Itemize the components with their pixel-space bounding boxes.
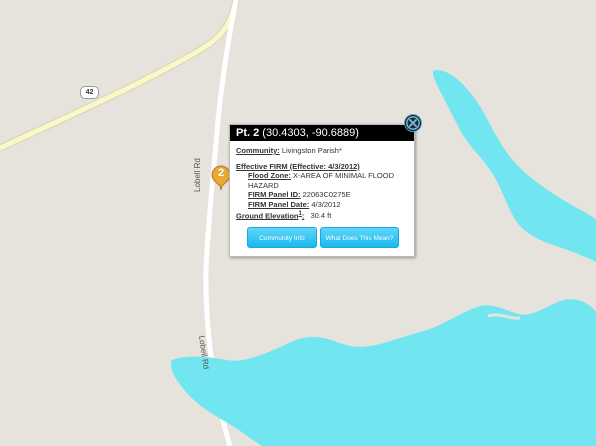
community-info-button[interactable]: Community Info	[247, 227, 317, 248]
community-row: Community: Livingston Parish*	[236, 146, 408, 156]
what-does-this-mean-button[interactable]: What Does This Mean?	[320, 227, 399, 248]
panel-date-label: FIRM Panel Date:	[248, 199, 310, 209]
marker-number: 2	[217, 167, 225, 179]
firm-row: Effective FIRM (Effective: 4/3/2012)	[236, 162, 408, 172]
popup-buttons: Community Info What Does This Mean?	[247, 227, 402, 249]
panel-id-label: FIRM Panel ID:	[248, 190, 301, 200]
elevation-row: Ground Elevation1: 30.4 ft	[236, 210, 408, 221]
panel-id-value: 22063C0275E	[302, 190, 351, 200]
popup-title: Pt. 2 (30.4303, -90.6889)	[230, 125, 414, 141]
popup-body: Community: Livingston Parish* Effective …	[230, 141, 414, 221]
flood-zone-label: Flood Zone:	[248, 171, 291, 181]
elevation-value: 30.4 ft	[310, 211, 332, 221]
close-popup-button[interactable]	[404, 114, 422, 132]
panel-date-row: FIRM Panel Date: 4/3/2012	[236, 200, 408, 210]
panel-id-row: FIRM Panel ID: 22063C0275E	[236, 190, 408, 200]
popup-title-coordinates: (30.4303, -90.6889)	[262, 127, 359, 139]
map-marker[interactable]: 2	[211, 165, 231, 191]
firm-label: Effective FIRM (Effective: 4/3/2012)	[236, 161, 360, 171]
panel-date-value: 4/3/2012	[311, 199, 341, 209]
highway-shield: 42	[80, 86, 99, 99]
flood-zone-row: Flood Zone: X-AREA OF MINIMAL FLOOD HAZA…	[236, 171, 408, 190]
info-popup: Pt. 2 (30.4303, -90.6889) Community: Liv…	[229, 124, 415, 257]
elevation-colon: :	[301, 211, 305, 221]
elevation-label: Ground Elevation	[236, 211, 299, 221]
road-label-upper: Lobell Rd	[193, 158, 202, 192]
community-label: Community:	[236, 146, 280, 155]
close-x-circle-icon	[406, 116, 420, 130]
community-value: Livingston Parish*	[281, 146, 342, 155]
popup-title-point: Pt. 2	[236, 127, 260, 139]
